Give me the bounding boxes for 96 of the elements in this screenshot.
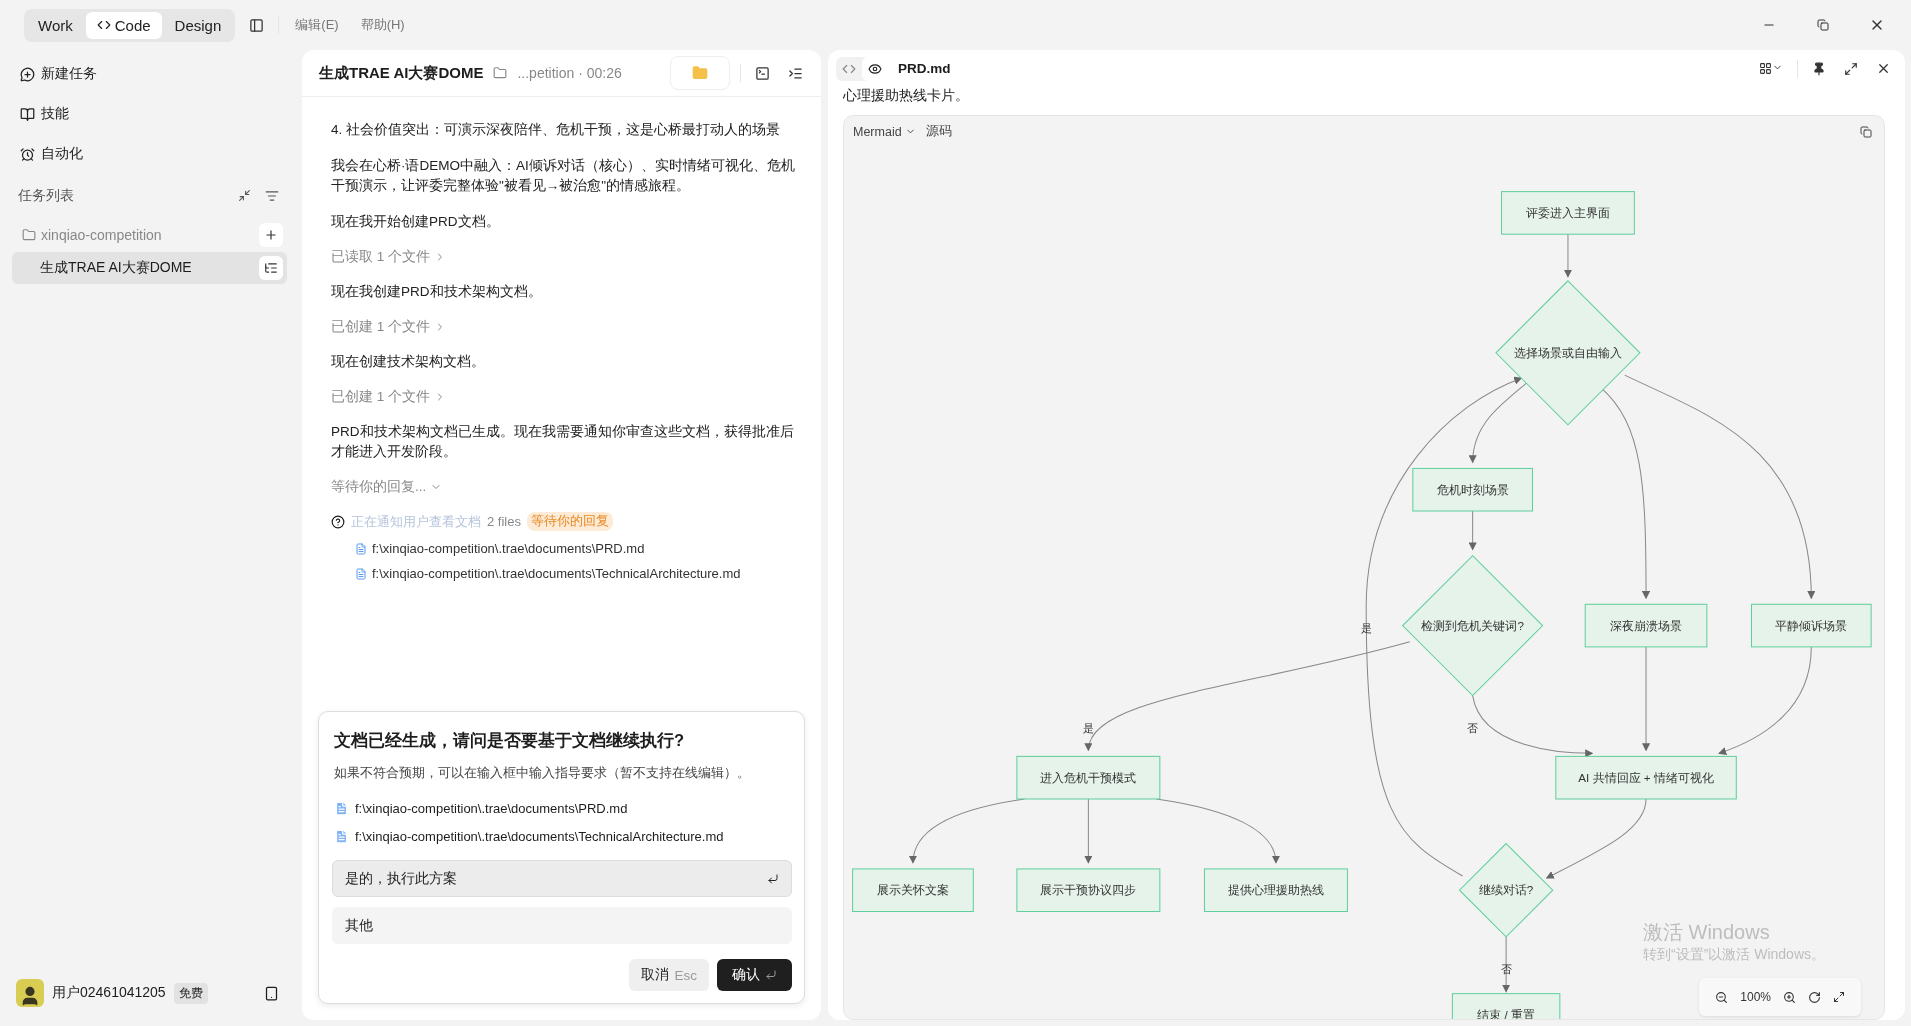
add-button[interactable] [259, 223, 283, 247]
enter-icon [767, 872, 779, 885]
new-chat-icon [20, 66, 35, 82]
indent-icon [788, 65, 803, 81]
message-text: PRD和技术架构文档已生成。现在我需要通知你审查这些文档，获得批准后才能进入开发阶段。 [331, 423, 795, 461]
close-icon [1876, 61, 1891, 76]
file-link[interactable]: f:\xinqiao-competition\.trae\documents\PRD.md [331, 541, 803, 556]
message-text: 现在我开始创建PRD文档。 [331, 213, 501, 231]
filter-icon[interactable] [265, 189, 279, 203]
connector-arrow [1563, 233, 1572, 278]
process-node: 提供心理援助热线 [1203, 868, 1348, 913]
file-name: PRD.md [898, 61, 951, 76]
reset-icon[interactable] [1808, 990, 1821, 1004]
user-name: 用户02461041205 [52, 984, 166, 1002]
mode-tab[interactable]: Work [27, 11, 84, 39]
dialog-hint: 如果不符合预期，可以在输入框中输入指导要求（暂不支持在线编辑）。 [334, 764, 751, 782]
process-node: 深夜崩溃场景 [1584, 603, 1708, 648]
option-button[interactable]: 是的，执行此方案 [332, 860, 792, 897]
process-node: 平静倾诉场景 [1751, 603, 1872, 648]
code-icon [96, 18, 111, 32]
help-icon [331, 514, 345, 529]
document-text: 心理援助热线卡片。 [843, 87, 970, 105]
file-icon [334, 828, 349, 844]
message-text: 我会在心桥·语DEMO中融入：AI倾诉对话（核心）、实时情绪可视化、危机干预演示，让评委完整体验"被看见→被治愈"的情感旅程。 [331, 157, 796, 195]
edge-label: 是 [1360, 621, 1372, 634]
message-text: 现在我创建PRD和技术架构文档。 [331, 283, 543, 301]
process-node: 进入危机干预模式 [1016, 755, 1161, 800]
pin-icon [1812, 61, 1826, 76]
task-title: 生成TRAE AI大赛DOME [319, 63, 484, 83]
folder-icon [692, 65, 708, 81]
status-badge: 等待你的回复 [526, 512, 613, 531]
enter-icon [765, 969, 777, 981]
step-link[interactable]: 已读取 1 个文件 [331, 248, 803, 266]
fullscreen-icon[interactable] [1833, 991, 1845, 1003]
file-link[interactable]: f:\xinqiao-competition\.trae\documents\PRD.md [334, 794, 792, 822]
dialog-title: 文档已经生成，请问是否要基于文档继续执行? [334, 730, 686, 751]
file-icon [355, 542, 367, 555]
task-path: ...petition · 00:26 [517, 65, 622, 81]
waiting-status[interactable]: 等待你的回复... [331, 478, 803, 496]
edge-label: 否 [1467, 722, 1479, 735]
menu-item[interactable]: 帮助(H) [354, 16, 411, 34]
edge-label: 是 [1082, 722, 1094, 735]
decision-node: 检测到危机关键词? [1401, 554, 1544, 697]
section-title: 任务列表 [18, 187, 74, 205]
process-node: 展示干预协议四步 [1016, 868, 1161, 913]
copy-icon[interactable] [1860, 125, 1872, 138]
cancel-button[interactable]: 取消 Esc [629, 959, 709, 991]
folder-icon [22, 228, 36, 242]
confirm-button[interactable]: 确认 [717, 959, 792, 991]
option-button[interactable]: 其他 [332, 907, 792, 944]
message-text: 4. 社会价值突出：可演示深夜陪伴、危机干预，这是心桥最打动人的场景 [331, 121, 781, 139]
zoom-out-icon[interactable] [1715, 990, 1729, 1004]
connector-arrow [1502, 936, 1511, 993]
tool-status: 正在通知用户查看文档 [351, 512, 481, 531]
plus-icon [264, 228, 278, 242]
nav-item[interactable]: 技能 [12, 94, 287, 134]
file-count: 2 files [487, 514, 521, 529]
file-link[interactable]: f:\xinqiao-competition\.trae\documents\TechnicalArchitecture.md [331, 566, 803, 581]
tree-icon [264, 261, 278, 275]
eye-icon [868, 61, 882, 76]
decision-node: 选择场景或自由输入 [1495, 280, 1641, 426]
message-text: 现在创建技术架构文档。 [331, 353, 486, 371]
source-tab[interactable]: 源码 [925, 123, 952, 140]
task-item[interactable]: 生成TRAE AI大赛DOME [12, 252, 287, 284]
plan-badge: 免费 [173, 982, 208, 1004]
tablet-icon[interactable] [264, 985, 279, 1001]
expand-icon [1844, 61, 1858, 76]
step-link[interactable]: 已创建 1 个文件 [331, 388, 803, 406]
collapse-icon[interactable] [238, 189, 251, 202]
mode-tab[interactable]: Code [85, 11, 162, 39]
terminal-icon [755, 65, 770, 81]
mode-tab[interactable]: Design [163, 11, 233, 39]
book-icon [20, 106, 35, 122]
nav-item[interactable]: 自动化 [12, 134, 287, 174]
zoom-in-icon[interactable] [1783, 990, 1796, 1004]
restore-icon [1817, 19, 1829, 31]
connector-arrow [1084, 798, 1093, 864]
process-node: 评委进入主界面 [1501, 191, 1635, 235]
zoom-level: 100% [1740, 990, 1771, 1004]
edge-label: 否 [1500, 963, 1512, 976]
alarm-clock-icon [20, 146, 35, 162]
file-icon [355, 567, 367, 580]
grid-icon [1759, 62, 1772, 75]
panel-icon [249, 17, 265, 33]
file-icon [334, 800, 349, 816]
tree-button[interactable] [259, 256, 283, 280]
menu-item[interactable]: 编辑(E) [289, 16, 345, 34]
process-node: AI 共情回应 + 情绪可视化 [1555, 755, 1737, 800]
nav-item[interactable]: 新建任务 [12, 54, 287, 94]
process-node: 危机时刻场景 [1412, 467, 1533, 512]
process-node: 展示关怀文案 [852, 868, 974, 913]
decision-node: 继续对话? [1458, 842, 1554, 938]
step-link[interactable]: 已创建 1 个文件 [331, 318, 803, 336]
file-link[interactable]: f:\xinqiao-competition\.trae\documents\TechnicalArchitecture.md [334, 822, 792, 850]
folder-icon [493, 66, 508, 80]
language-select[interactable]: Mermaid [853, 124, 916, 139]
